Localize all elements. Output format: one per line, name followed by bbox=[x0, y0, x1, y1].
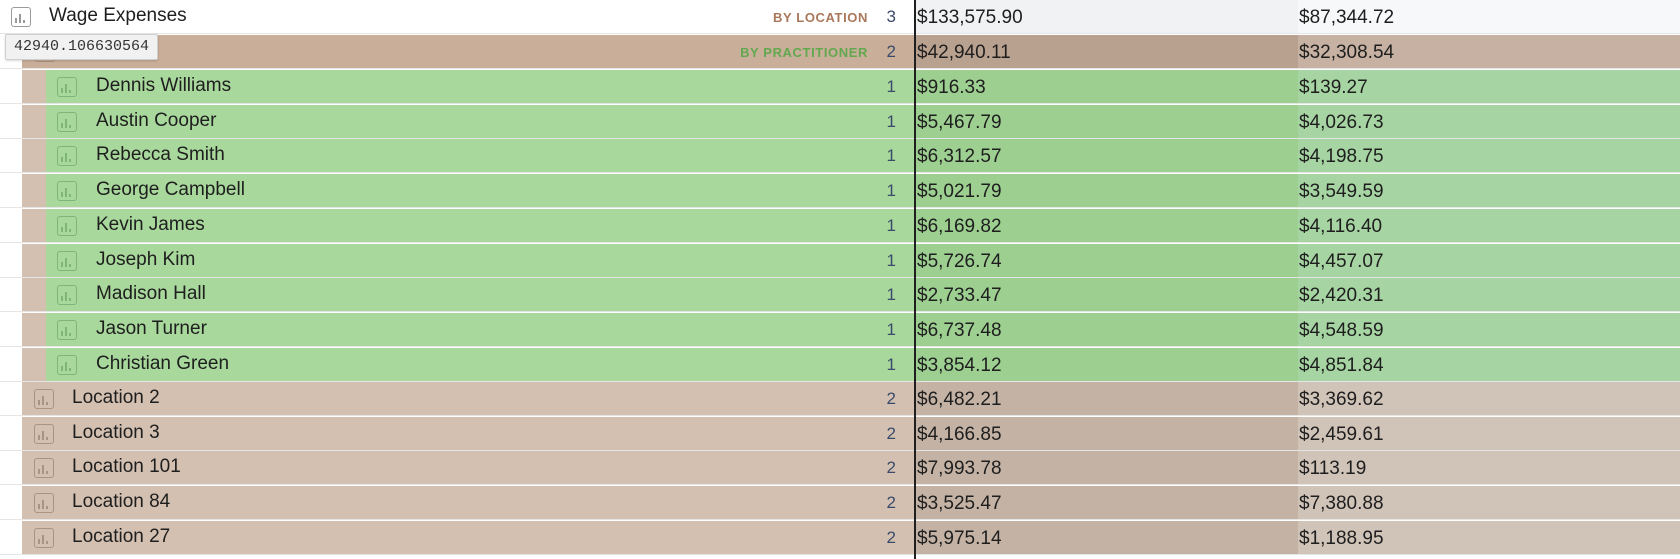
value-col2: $4,851.84 bbox=[1299, 354, 1384, 376]
bar-chart-icon[interactable] bbox=[57, 111, 77, 132]
value-col1: $2,733.47 bbox=[917, 285, 1002, 307]
value-tooltip: 42940.106630564 bbox=[5, 34, 159, 60]
bar-chart-icon[interactable] bbox=[57, 215, 77, 236]
row-label: Austin Cooper bbox=[96, 109, 217, 131]
bar-chart-icon[interactable] bbox=[34, 493, 54, 514]
bar-chart-icon[interactable] bbox=[11, 7, 31, 27]
row-count: 2 bbox=[886, 458, 896, 478]
row-label: Dennis Williams bbox=[96, 75, 232, 96]
value-col1: $133,575.90 bbox=[917, 7, 1023, 28]
location-row[interactable]: Location 2 2 $6,482.21 $3,369.62 bbox=[0, 382, 1680, 416]
group-by-tag[interactable]: BY PRACTITIONER bbox=[740, 45, 868, 60]
value-col2: $2,459.61 bbox=[1299, 423, 1384, 445]
bar-chart-icon[interactable] bbox=[34, 527, 54, 548]
practitioner-row[interactable]: Christian Green 1 $3,854.12 $4,851.84 bbox=[0, 347, 1680, 382]
row-label: Christian Green bbox=[96, 352, 230, 374]
row-label: Location 101 bbox=[72, 456, 181, 478]
value-col1: $5,021.79 bbox=[917, 181, 1002, 203]
row-label: Jason Turner bbox=[96, 317, 207, 339]
location-row-active[interactable]: BY PRACTITIONER 2 $42,940.11 $32,308.54 bbox=[0, 35, 1680, 69]
practitioner-row[interactable]: Kevin James 1 $6,169.82 $4,116.40 bbox=[0, 208, 1680, 243]
row-label: Location 2 bbox=[72, 387, 160, 408]
value-col1: $7,993.78 bbox=[917, 458, 1002, 480]
row-count: 1 bbox=[886, 111, 896, 131]
row-count: 2 bbox=[886, 42, 896, 61]
bar-chart-icon[interactable] bbox=[34, 458, 54, 479]
practitioner-row[interactable]: Madison Hall 1 $2,733.47 $2,420.31 bbox=[0, 278, 1680, 313]
practitioner-row[interactable]: Austin Cooper 1 $5,467.79 $4,026.73 bbox=[0, 104, 1680, 139]
bar-chart-icon[interactable] bbox=[57, 285, 77, 306]
value-col1: $6,482.21 bbox=[917, 389, 1002, 410]
row-label: Location 84 bbox=[72, 491, 171, 513]
bar-chart-icon[interactable] bbox=[57, 77, 77, 97]
value-col2: $4,198.75 bbox=[1299, 146, 1384, 168]
value-col2: $32,308.54 bbox=[1299, 42, 1395, 63]
location-row[interactable]: Location 3 2 $4,166.85 $2,459.61 bbox=[0, 416, 1680, 451]
value-col2: $7,380.88 bbox=[1299, 493, 1384, 515]
bar-chart-icon[interactable] bbox=[57, 250, 77, 271]
value-col1: $5,726.74 bbox=[917, 250, 1002, 272]
value-col1: $6,312.57 bbox=[917, 146, 1002, 168]
practitioner-row[interactable]: Jason Turner 1 $6,737.48 $4,548.59 bbox=[0, 312, 1680, 347]
location-row[interactable]: Location 27 2 $5,975.14 $1,188.95 bbox=[0, 520, 1680, 555]
row-count: 1 bbox=[886, 354, 896, 374]
value-col2: $1,188.95 bbox=[1299, 527, 1384, 549]
value-col1: $5,467.79 bbox=[917, 111, 1002, 133]
group-by-tag[interactable]: BY LOCATION bbox=[773, 10, 868, 25]
value-col1: $5,975.14 bbox=[917, 527, 1002, 549]
row-label: Kevin James bbox=[96, 213, 205, 235]
value-col2: $2,420.31 bbox=[1299, 285, 1384, 307]
bar-chart-icon[interactable] bbox=[57, 319, 77, 340]
row-count: 2 bbox=[886, 389, 896, 408]
value-col2: $113.19 bbox=[1299, 458, 1367, 480]
value-col1: $42,940.11 bbox=[917, 42, 1011, 63]
row-count: 2 bbox=[886, 493, 896, 513]
row-count: 1 bbox=[886, 285, 896, 305]
bar-chart-icon[interactable] bbox=[34, 389, 54, 409]
row-count: 1 bbox=[886, 250, 896, 270]
value-col2: $4,457.07 bbox=[1299, 250, 1384, 272]
value-col1: $3,854.12 bbox=[917, 354, 1002, 376]
bar-chart-icon[interactable] bbox=[57, 181, 77, 202]
row-count: 1 bbox=[886, 77, 896, 96]
value-col2: $4,548.59 bbox=[1299, 319, 1384, 341]
practitioner-row[interactable]: Rebecca Smith 1 $6,312.57 $4,198.75 bbox=[0, 139, 1680, 174]
bar-chart-icon[interactable] bbox=[57, 354, 77, 375]
row-count: 3 bbox=[886, 7, 896, 26]
row-count: 2 bbox=[886, 423, 896, 443]
value-col1: $4,166.85 bbox=[917, 423, 1002, 445]
value-col2: $4,026.73 bbox=[1299, 111, 1384, 133]
value-col1: $6,737.48 bbox=[917, 319, 1002, 341]
row-label: Joseph Kim bbox=[96, 248, 196, 270]
row-label: Wage Expenses bbox=[49, 5, 187, 26]
value-col2: $139.27 bbox=[1299, 77, 1368, 98]
row-count: 2 bbox=[886, 527, 896, 547]
location-row[interactable]: Location 101 2 $7,993.78 $113.19 bbox=[0, 451, 1680, 486]
value-col1: $916.33 bbox=[917, 77, 986, 98]
column-divider[interactable] bbox=[914, 0, 916, 559]
bar-chart-icon[interactable] bbox=[34, 423, 54, 444]
location-row[interactable]: Location 84 2 $3,525.47 $7,380.88 bbox=[0, 486, 1680, 521]
practitioner-row[interactable]: George Campbell 1 $5,021.79 $3,549.59 bbox=[0, 174, 1680, 209]
value-col2: $3,549.59 bbox=[1299, 181, 1384, 203]
bar-chart-icon[interactable] bbox=[57, 146, 77, 167]
row-label: Madison Hall bbox=[96, 283, 206, 305]
value-col2: $4,116.40 bbox=[1299, 215, 1383, 237]
practitioner-row[interactable]: Joseph Kim 1 $5,726.74 $4,457.07 bbox=[0, 243, 1680, 278]
row-label: Location 3 bbox=[72, 421, 160, 443]
root-row[interactable]: Wage Expenses BY LOCATION 3 $133,575.90 … bbox=[0, 0, 1680, 34]
value-col1: $6,169.82 bbox=[917, 215, 1002, 237]
row-count: 1 bbox=[886, 181, 896, 201]
row-count: 1 bbox=[886, 215, 896, 235]
value-col2: $3,369.62 bbox=[1299, 389, 1384, 410]
practitioner-row[interactable]: Dennis Williams 1 $916.33 $139.27 bbox=[0, 70, 1680, 104]
row-count: 1 bbox=[886, 319, 896, 339]
row-label: Location 27 bbox=[72, 525, 171, 547]
value-col2: $87,344.72 bbox=[1299, 7, 1395, 28]
row-label: George Campbell bbox=[96, 179, 245, 201]
row-label: Rebecca Smith bbox=[96, 144, 225, 166]
value-col1: $3,525.47 bbox=[917, 493, 1002, 515]
row-count: 1 bbox=[886, 146, 896, 166]
